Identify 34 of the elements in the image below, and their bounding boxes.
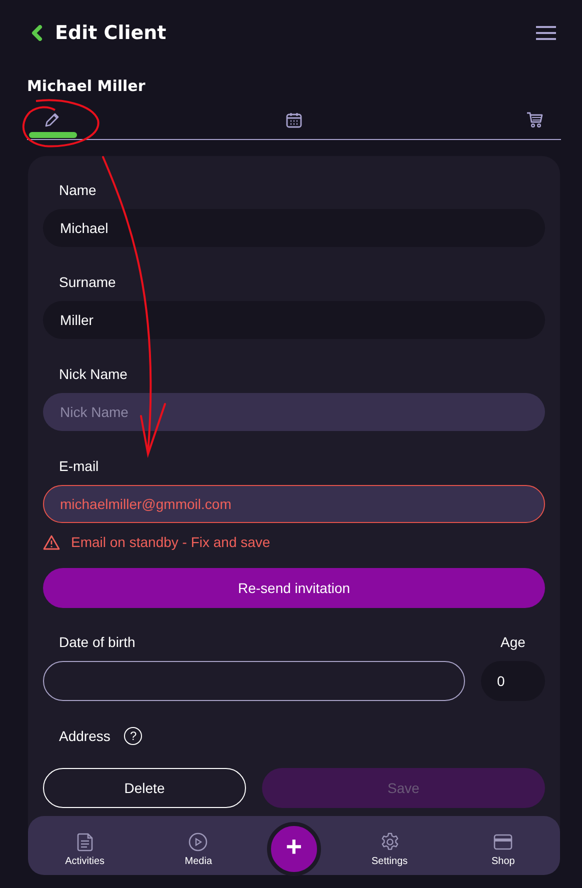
input-field[interactable]: Michael <box>43 209 545 247</box>
settings-icon <box>380 832 400 852</box>
resend-button[interactable]: Re-send invitation <box>43 568 545 608</box>
menu-icon[interactable] <box>536 25 556 41</box>
card-icon <box>493 832 514 852</box>
field-label: E-mail <box>58 457 100 475</box>
field-label: Surname <box>58 273 117 291</box>
calendar-icon <box>285 111 303 129</box>
document-icon <box>74 832 95 852</box>
nav-item[interactable]: Activities <box>40 824 130 867</box>
field-label: Date of birth <box>58 633 136 651</box>
date-field[interactable] <box>43 661 465 701</box>
play-icon <box>188 832 208 852</box>
nav-item[interactable]: Media <box>153 824 244 867</box>
input-field[interactable]: Nick Name <box>43 393 545 431</box>
age-field[interactable]: 0 <box>481 661 545 701</box>
error-message: Email on standby - Fix and save <box>71 534 270 550</box>
field-label: Age <box>500 633 526 651</box>
warning-icon <box>43 534 60 550</box>
email-field[interactable]: michaelmiller@gmmoil.com <box>43 485 545 523</box>
help-icon[interactable]: ? <box>124 727 142 745</box>
page-title: Edit Client <box>55 22 168 44</box>
add-button[interactable]: + <box>266 822 321 876</box>
field-label: Nick Name <box>58 365 128 383</box>
client-name: Michael Miller <box>27 77 146 95</box>
delete-button[interactable]: Delete <box>43 768 246 808</box>
input-field[interactable]: Miller <box>43 301 545 339</box>
cart-icon <box>526 111 544 129</box>
nav-item[interactable]: Settings <box>344 824 435 867</box>
nav-item[interactable]: Shop <box>458 824 548 867</box>
back-icon[interactable] <box>30 25 44 41</box>
field-label: Name <box>58 181 98 199</box>
field-label: Address <box>58 727 110 745</box>
pencil-icon <box>43 111 61 129</box>
